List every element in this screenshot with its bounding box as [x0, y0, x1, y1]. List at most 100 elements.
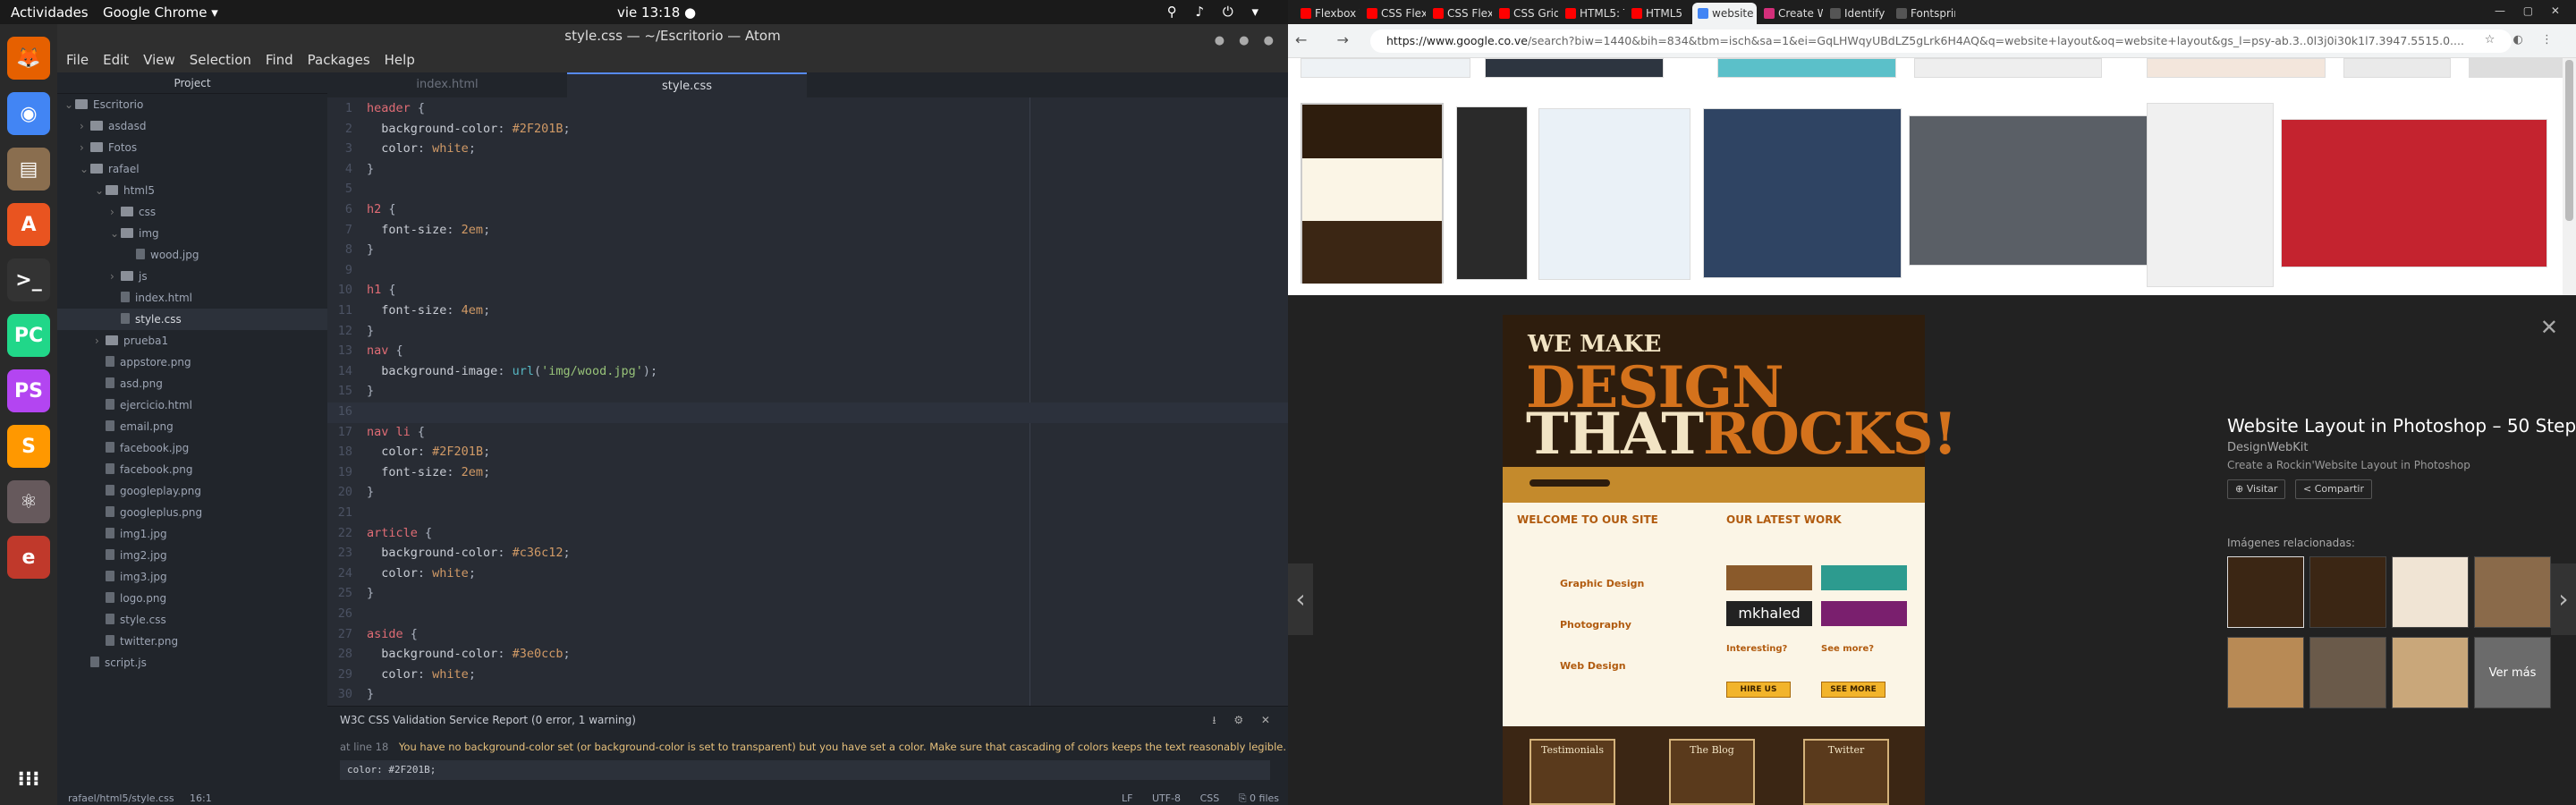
code-line[interactable]: font-size: 4em;	[367, 303, 490, 318]
page-scrollbar[interactable]	[2563, 58, 2576, 295]
code-line[interactable]: background-color: #3e0ccb;	[367, 647, 570, 661]
tree-file[interactable]: asd.png	[57, 373, 327, 394]
tree-folder[interactable]: › asdasd	[57, 115, 327, 137]
status-grammar[interactable]: CSS	[1200, 792, 1220, 804]
tab-index-html[interactable]: index.html	[327, 72, 567, 97]
software-icon[interactable]: A	[7, 203, 50, 246]
image-title[interactable]: Website Layout in Photoshop – 50 Step…	[2227, 415, 2576, 436]
tree-file[interactable]: style.css	[57, 309, 327, 330]
result-thumb-selected[interactable]	[1301, 103, 1444, 284]
tree-folder[interactable]: ⌄ html5	[57, 180, 327, 201]
tree-file[interactable]: facebook.png	[57, 459, 327, 480]
code-line[interactable]: aside {	[367, 627, 418, 641]
code-line[interactable]: header {	[367, 101, 425, 115]
code-line[interactable]: }	[367, 687, 374, 701]
chrome-window-controls[interactable]: — ▢ ✕	[2495, 4, 2567, 17]
related-thumb[interactable]	[2474, 556, 2551, 628]
browser-tab[interactable]: Fontsprin	[1891, 3, 1955, 24]
share-button[interactable]: < Compartir	[2295, 479, 2372, 499]
tree-file[interactable]: img1.jpg	[57, 523, 327, 545]
omnibox[interactable]: https://www.google.co.ve/search?biw=1440…	[1370, 30, 2512, 53]
tree-folder[interactable]: › prueba1	[57, 330, 327, 352]
result-thumb[interactable]	[1538, 108, 1690, 280]
code-line[interactable]: color: #2F201B;	[367, 445, 490, 459]
preview-image[interactable]: WE MAKE DESIGN THATROCKS! WELCOME TO OUR…	[1503, 315, 1958, 805]
activities-button[interactable]: Actividades	[11, 4, 89, 21]
code-line[interactable]: nav {	[367, 343, 403, 358]
tree-file[interactable]: facebook.jpg	[57, 437, 327, 459]
tree-file[interactable]: logo.png	[57, 588, 327, 609]
tab-style-css[interactable]: style.css	[567, 72, 807, 97]
result-thumb[interactable]	[2343, 58, 2451, 78]
tree-file[interactable]: script.js	[57, 652, 327, 674]
tree-file[interactable]: style.css	[57, 609, 327, 631]
image-site[interactable]: DesignWebKit	[2227, 441, 2308, 454]
menu-view[interactable]: View	[143, 52, 175, 68]
code-line[interactable]: background-color: #c36c12;	[367, 546, 570, 560]
linter-message-row[interactable]: at line 18 You have no background-color …	[340, 741, 1286, 753]
tree-file[interactable]: email.png	[57, 416, 327, 437]
code-line[interactable]: }	[367, 485, 374, 499]
code-line[interactable]: article {	[367, 526, 432, 540]
linter-controls[interactable]: ⭳ ⚙ ✕	[1212, 712, 1277, 731]
status-eol[interactable]: LF	[1122, 792, 1132, 804]
result-thumb[interactable]	[1301, 58, 1470, 78]
browser-tab[interactable]: HTML5: T	[1560, 3, 1624, 24]
result-thumb[interactable]	[2469, 58, 2567, 78]
tree-file[interactable]: ejercicio.html	[57, 394, 327, 416]
code-line[interactable]: }	[367, 586, 374, 600]
tree-folder[interactable]: ⌄ rafael	[57, 158, 327, 180]
result-thumb[interactable]	[2147, 58, 2326, 78]
code-line[interactable]: }	[367, 162, 374, 176]
tree-file[interactable]: appstore.png	[57, 352, 327, 373]
see-more-related[interactable]: Ver más	[2474, 637, 2551, 708]
result-thumb[interactable]	[1717, 58, 1896, 78]
phpstorm-icon[interactable]: PS	[7, 369, 50, 412]
result-thumb[interactable]	[1914, 58, 2102, 78]
status-cursor[interactable]: 16:1	[190, 792, 212, 805]
system-tray[interactable]: ⚲ ♪ ⏻ ▾	[1167, 4, 1266, 20]
app-menu[interactable]: Google Chrome ▾	[103, 4, 218, 21]
code-line[interactable]: color: white;	[367, 141, 476, 156]
browser-tab[interactable]: website l	[1692, 3, 1757, 24]
code-line[interactable]: h2 {	[367, 202, 396, 216]
prev-image-arrow[interactable]: ‹	[1288, 564, 1313, 635]
browser-tab[interactable]: CSS Flexb	[1428, 3, 1492, 24]
tree-folder[interactable]: › Fotos	[57, 137, 327, 158]
related-thumb[interactable]	[2309, 556, 2386, 628]
browser-tab[interactable]: Create W	[1758, 3, 1823, 24]
related-thumb[interactable]	[2227, 556, 2304, 628]
firefox-icon[interactable]: 🦊	[7, 37, 50, 80]
tree-folder[interactable]: ⌄ img	[57, 223, 327, 244]
related-thumb[interactable]	[2392, 556, 2469, 628]
tree-file[interactable]: index.html	[57, 287, 327, 309]
browser-tab[interactable]: CSS Flexb	[1361, 3, 1426, 24]
tree-folder[interactable]: › css	[57, 201, 327, 223]
menu-selection[interactable]: Selection	[190, 52, 251, 68]
code-line[interactable]: font-size: 2em;	[367, 223, 490, 237]
menu-help[interactable]: Help	[385, 52, 415, 68]
result-thumb[interactable]	[1456, 106, 1528, 280]
code-line[interactable]: nav li {	[367, 425, 425, 439]
menu-file[interactable]: File	[66, 52, 89, 68]
result-thumb[interactable]	[2281, 119, 2547, 267]
visit-button[interactable]: ⊕ Visitar	[2227, 479, 2286, 499]
pycharm-icon[interactable]: PC	[7, 314, 50, 357]
menu-packages[interactable]: Packages	[308, 52, 370, 68]
tree-folder[interactable]: › js	[57, 266, 327, 287]
show-apps-icon[interactable]: ⁝⁝⁝	[7, 758, 50, 801]
result-thumb[interactable]	[1909, 115, 2157, 266]
chrome-icon[interactable]: ◉	[7, 92, 50, 135]
clock[interactable]: vie 13:18 ●	[617, 4, 696, 21]
status-encoding[interactable]: UTF-8	[1152, 792, 1181, 804]
related-thumb[interactable]	[2309, 637, 2386, 708]
code-line[interactable]: background-color: #2F201B;	[367, 122, 570, 136]
atom-icon[interactable]: ⚛	[7, 480, 50, 523]
status-files[interactable]: ⎘ 0 files	[1239, 792, 1279, 804]
code-editor[interactable]: 1 header {2 background-color: #2F201B; 3 c…	[327, 97, 1288, 706]
browser-tab[interactable]: Identify	[1825, 3, 1889, 24]
menu-find[interactable]: Find	[266, 52, 293, 68]
sublime-icon[interactable]: S	[7, 425, 50, 468]
result-thumb[interactable]	[1485, 58, 1664, 78]
code-line[interactable]: h1 {	[367, 283, 396, 297]
